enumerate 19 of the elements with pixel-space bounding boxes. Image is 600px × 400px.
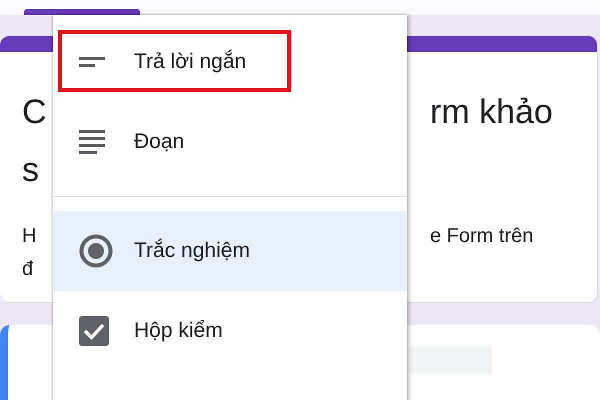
form-title: s bbox=[22, 150, 40, 191]
form-description: H bbox=[22, 224, 38, 249]
form-description: đ bbox=[22, 257, 34, 282]
checkbox-icon bbox=[79, 316, 109, 346]
radio-button-icon bbox=[79, 234, 113, 268]
paragraph-icon bbox=[79, 130, 105, 154]
menu-item[interactable]: Trả lời ngắn bbox=[53, 22, 407, 102]
menu-item-label: Trả lời ngắn bbox=[134, 50, 246, 74]
short-answer-icon bbox=[79, 55, 105, 69]
menu-item-label: Hộp kiểm bbox=[134, 319, 223, 343]
input-field[interactable] bbox=[410, 345, 492, 375]
menu-item[interactable]: Trắc nghiệm bbox=[53, 211, 407, 291]
menu-item[interactable]: Hộp kiểm bbox=[53, 291, 407, 371]
menu-item-label: Trắc nghiệm bbox=[134, 239, 250, 263]
form-description: e Form trên bbox=[430, 224, 534, 249]
menu-item-label: Đoạn bbox=[134, 130, 184, 154]
form-title: C bbox=[22, 92, 48, 133]
menu-item[interactable]: Đoạn bbox=[53, 102, 407, 182]
form-title: rm khảo bbox=[430, 92, 554, 133]
